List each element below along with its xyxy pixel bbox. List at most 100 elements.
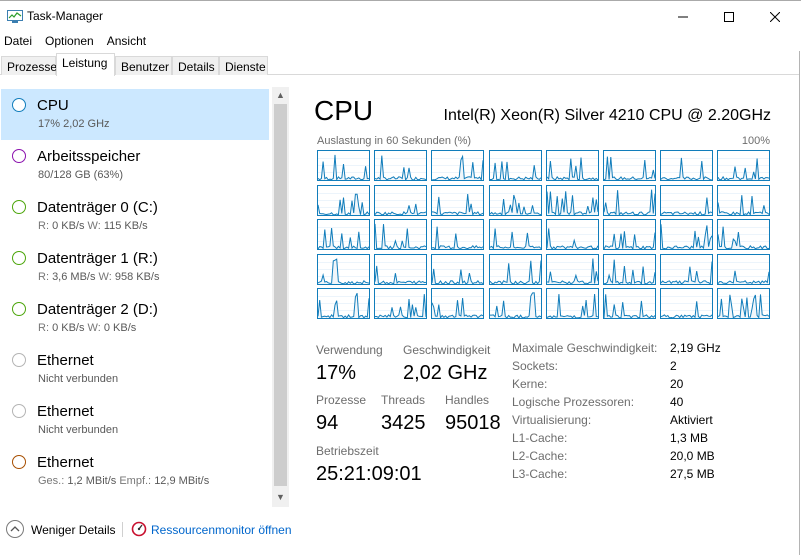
sidebar-item-label: Ethernet [37,454,94,471]
sidebar-item-label: CPU [37,97,69,114]
stat-label: Threads [381,393,426,407]
tab-prozesse[interactable]: Prozesse [1,56,57,75]
tab-benutzer[interactable]: Benutzer [115,56,172,75]
stat-label: Prozesse [316,393,367,407]
stat-value: 3425 [381,412,426,434]
logical-processor-graph [717,288,771,320]
menu-ansicht[interactable]: Ansicht [103,31,151,51]
sidebar-item-label: Datenträger 2 (D:) [37,301,158,318]
logical-processor-graph [660,219,714,251]
tab-leistung[interactable]: Leistung [56,53,115,76]
logical-processor-graph [317,288,370,320]
sidebar-item-disk-2[interactable]: Datenträger 2 (D:) R: 0 KB/s W: 0 KB/s [1,293,269,344]
logical-processor-graph [374,150,428,181]
scrollbar-thumb[interactable] [274,104,287,486]
sidebar-item-detail: Nicht verbunden [38,424,119,436]
logical-processor-graph [545,288,599,320]
stat-value: 94 [316,412,339,434]
info-row: Sockets: 2 [512,359,677,373]
logical-processor-graph [374,184,428,216]
footer-divider [122,522,123,537]
sidebar-item-ethernet-3[interactable]: Ethernet Ges.: 1,2 MBit/s Empf.: 12,9 MB… [1,446,269,497]
logical-processor-graph [431,253,485,285]
logical-processor-graph [717,253,771,285]
tab-details[interactable]: Details [172,56,219,75]
memory-indicator-icon [12,149,26,163]
info-row: Kerne: 20 [512,377,684,391]
chevron-up-icon[interactable] [6,520,24,538]
scroll-up-icon[interactable]: ▲ [275,90,286,101]
sidebar-item-detail: R: 3,6 MB/s W: 958 KB/s [38,271,160,283]
sidebar-item-cpu[interactable]: CPU 17% 2,02 GHz [1,89,269,140]
menu-optionen[interactable]: Optionen [41,31,99,51]
maximize-button[interactable] [706,1,752,32]
fewer-details-button[interactable]: Weniger Details [31,523,115,537]
logical-processor-graph [603,184,656,216]
stat-processes: Prozesse 94 [316,393,366,435]
sidebar-item-memory[interactable]: Arbeitsspeicher 80/128 GB (63%) [1,140,269,191]
logical-processor-graph [717,150,771,181]
logical-processor-graph [717,219,771,251]
sidebar-item-detail: 80/128 GB (63%) [38,169,123,181]
sidebar-item-label: Ethernet [37,403,94,420]
minimize-icon [678,16,688,17]
logical-processor-graph [660,253,714,285]
ethernet-indicator-icon [12,455,26,469]
sidebar-item-label: Ethernet [37,352,94,369]
sidebar-scrollbar[interactable]: ▲ ▼ [272,87,289,507]
stat-label: Geschwindigkeit [403,343,491,357]
resource-monitor-icon [131,521,147,537]
cpu-info-table: Maximale Geschwindigkeit: 2,19 GHz Socket… [512,341,772,485]
window-title: Task-Manager [27,9,104,23]
resource-list: CPU 17% 2,02 GHz Arbeitsspeicher 80/128 … [0,87,290,512]
logical-processor-graph [603,219,656,251]
logical-processor-graph [317,184,370,216]
sidebar-item-ethernet-2[interactable]: Ethernet Nicht verbunden [1,395,269,446]
logical-processor-graph [488,219,542,251]
info-row: Logische Prozessoren: 40 [512,395,684,409]
page-title: CPU [314,95,374,126]
sidebar-item-disk-1[interactable]: Datenträger 1 (R:) R: 3,6 MB/s W: 958 KB… [1,242,269,293]
logical-processor-graph [317,150,370,181]
info-row: L3-Cache: 27,5 MB [512,467,715,481]
info-row: Virtualisierung: Aktiviert [512,413,713,427]
sidebar-item-ethernet-1[interactable]: Ethernet Nicht verbunden [1,344,269,395]
cpu-detail-panel: CPU Intel(R) Xeon(R) Silver 4210 CPU @ 2… [299,87,799,512]
tab-dienste[interactable]: Dienste [219,56,268,75]
logical-processor-graph [603,150,656,181]
sidebar-item-label: Arbeitsspeicher [37,148,141,165]
sidebar-item-detail: R: 0 KB/s W: 0 KB/s [38,322,137,334]
open-resource-monitor-link[interactable]: Ressourcenmonitor öffnen [151,523,292,537]
disk-indicator-icon [12,200,26,214]
logical-processor-graph [488,253,542,285]
sidebar-item-detail: 17% 2,02 GHz [38,118,110,130]
logical-processor-graph [374,219,428,251]
logical-processor-graph [431,184,485,216]
logical-processor-graph [488,184,542,216]
menu-datei[interactable]: Datei [0,31,37,51]
logical-processor-graph [603,288,656,320]
disk-indicator-icon [12,251,26,265]
graph-label: Auslastung in 60 Sekunden (%) [317,135,472,147]
ethernet-indicator-icon [12,404,26,418]
stat-speed: Geschwindigkeit 2,02 GHz [403,343,490,385]
menu-bar: Datei Optionen Ansicht [0,31,155,51]
sidebar-item-disk-0[interactable]: Datenträger 0 (C:) R: 0 KB/s W: 115 KB/s [1,191,269,242]
stat-label: Handles [445,393,490,407]
stat-threads: Threads 3425 [381,393,426,435]
stat-label: Verwendung [316,343,383,357]
stat-label: Betriebszeit [316,444,379,458]
stat-usage: Verwendung 17% [316,343,383,385]
logical-processor-graph [545,219,599,251]
cpu-model: Intel(R) Xeon(R) Silver 4210 CPU @ 2.20G… [443,107,771,124]
minimize-button[interactable] [660,1,706,32]
logical-processor-graph [488,288,542,320]
sidebar-item-detail: Ges.: 1,2 MBit/s Empf.: 12,9 MBit/s [38,475,210,487]
footer-bar: Weniger Details Ressourcenmonitor öffnen [0,516,801,544]
info-row: L1-Cache: 1,3 MB [512,431,709,445]
sidebar-item-detail: Nicht verbunden [38,373,119,385]
logical-processor-graph [317,253,370,285]
scroll-down-icon[interactable]: ▼ [275,492,286,503]
stat-handles: Handles 95018 [445,393,501,435]
close-button[interactable] [752,1,798,32]
